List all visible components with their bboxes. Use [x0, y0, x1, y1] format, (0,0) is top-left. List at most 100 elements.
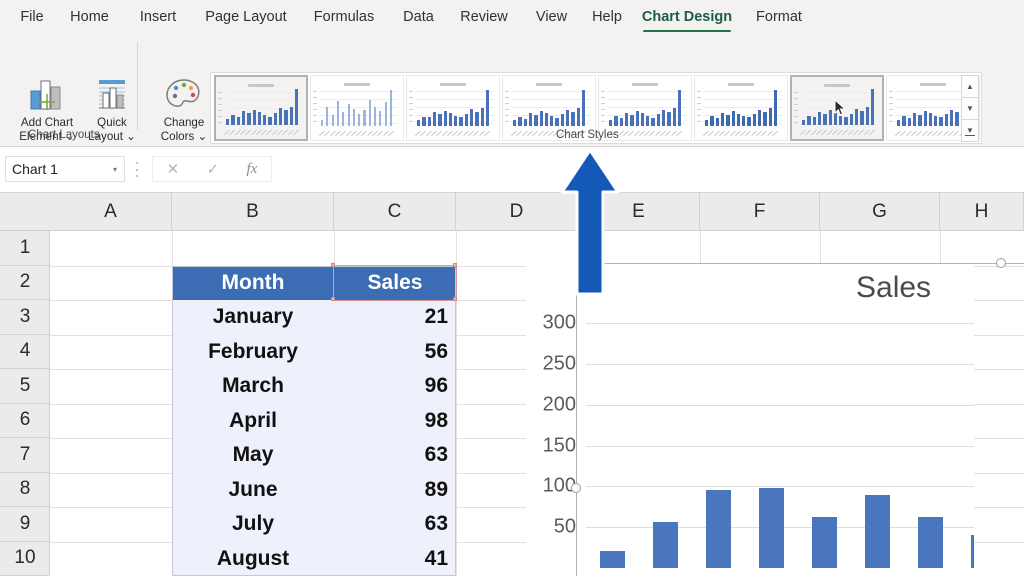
row-header-label: 4 [19, 340, 31, 362]
row-header-3[interactable]: 3 [0, 300, 50, 335]
cell-B3-month[interactable]: January [172, 300, 334, 335]
chart-style-thumbnail-6[interactable] [694, 75, 788, 141]
thumbnail-category-labels [319, 127, 398, 138]
chart-bar[interactable] [918, 516, 943, 568]
cell-value: January [212, 305, 294, 329]
excel-window: File Home Insert Page Layout Formulas Data Rev… [0, 0, 1024, 576]
gallery-scroll-down-button[interactable]: ▼ [961, 97, 979, 120]
column-header-H[interactable]: H [940, 193, 1024, 231]
row-header-7[interactable]: 7 [0, 438, 50, 473]
chart-style-thumbnail-7[interactable] [790, 75, 884, 141]
chart-bar[interactable] [759, 487, 784, 568]
row-header-6[interactable]: 6 [0, 404, 50, 438]
cell-C6-sales[interactable]: 98 [334, 403, 456, 438]
cell-B2-month-header[interactable]: Month [172, 265, 334, 300]
chart-bar[interactable] [653, 522, 678, 568]
group-label-chart-styles: Chart Styles [556, 129, 619, 141]
gallery-more-button[interactable]: ▼ [961, 119, 979, 142]
gallery-scroll-down-button-glyph: ▼ [966, 104, 974, 113]
row-header-2[interactable]: 2 [0, 266, 50, 300]
column-header-F[interactable]: F [700, 193, 820, 231]
row-header-9[interactable]: 9 [0, 507, 50, 542]
gallery-more-button-glyph: ▼ [966, 126, 974, 135]
cell-C4-sales[interactable]: 56 [334, 334, 456, 369]
thumbnail-axis [313, 91, 317, 126]
gallery-scrollbar[interactable]: ▲ ▼ ▼ [961, 75, 979, 142]
cell-B10-month[interactable]: August [172, 541, 334, 576]
chart-style-thumbnail-1[interactable] [214, 75, 308, 141]
formula-bar-grip[interactable] [135, 162, 139, 177]
chart-y-tick-label: 300 [542, 311, 576, 334]
row-header-8[interactable]: 8 [0, 473, 50, 507]
row-header-label: 9 [19, 512, 31, 534]
chart-bar[interactable] [971, 534, 974, 568]
ribbon: Add Chart Element ⌄ Quick Layout ⌄ Chang… [0, 34, 1024, 147]
column-header-B[interactable]: B [172, 193, 334, 231]
chart-bar[interactable] [600, 550, 625, 568]
ribbon-tab-review[interactable]: Review [453, 0, 515, 34]
column-header-A[interactable]: A [50, 193, 172, 231]
chart-bar[interactable] [812, 516, 837, 568]
cell-B7-month[interactable]: May [172, 438, 334, 473]
cell-B5-month[interactable]: March [172, 369, 334, 404]
thumbnail-axis [889, 91, 893, 126]
chart-bar[interactable] [865, 495, 890, 568]
column-headers: A B C D E F G H [0, 193, 1024, 231]
chart-plot-area[interactable]: 50 100 150 200 250 300 [543, 312, 974, 568]
column-header-G[interactable]: G [820, 193, 940, 231]
chart-resize-handle-top[interactable] [996, 258, 1006, 268]
row-header-10[interactable]: 10 [0, 542, 50, 576]
cell-B9-month[interactable]: July [172, 507, 334, 542]
cell-B8-month[interactable]: June [172, 472, 334, 507]
column-header-C[interactable]: C [334, 193, 456, 231]
ribbon-tab-file[interactable]: File [10, 0, 54, 34]
chart-resize-handle-left[interactable] [571, 483, 581, 493]
ribbon-tab-view[interactable]: View [528, 0, 575, 34]
cell-B4-month[interactable]: February [172, 334, 334, 369]
ribbon-tab-data[interactable]: Data [396, 0, 441, 34]
ribbon-tab-chart-design[interactable]: Chart Design [638, 0, 736, 34]
cell-C5-sales[interactable]: 96 [334, 369, 456, 404]
thumbnail-title-placeholder [536, 83, 562, 86]
chart-y-tick-label: 200 [542, 393, 576, 416]
cell-value: August [216, 546, 290, 570]
insert-function-icon[interactable]: fx [246, 161, 257, 178]
column-header-label: E [632, 201, 645, 222]
row-header-1[interactable]: 1 [0, 231, 50, 266]
thumbnail-plot [416, 90, 494, 126]
gallery-scroll-up-button-glyph: ▲ [966, 82, 974, 91]
chart-y-tick-label: 150 [542, 434, 576, 456]
cell-C3-sales[interactable]: 21 [334, 300, 456, 335]
chart-bar[interactable] [706, 489, 731, 568]
formula-input[interactable] [277, 156, 1018, 182]
gallery-scroll-up-button[interactable]: ▲ [961, 75, 979, 98]
column-header-label: G [872, 201, 887, 222]
sales-chart-object[interactable]: Sales 50 100 150 200 250 300 [526, 263, 974, 576]
cell-B6-month[interactable]: April [172, 403, 334, 438]
row-header-5[interactable]: 5 [0, 369, 50, 404]
chart-style-thumbnail-3[interactable] [406, 75, 500, 141]
chart-title[interactable]: Sales [856, 271, 931, 305]
chevron-down-icon[interactable]: ▾ [113, 165, 117, 174]
cell-C9-sales[interactable]: 63 [334, 507, 456, 542]
row-header-4[interactable]: 4 [0, 335, 50, 369]
cell-C2-sales-header[interactable]: Sales [334, 265, 456, 300]
column-header-label: F [753, 201, 766, 222]
ribbon-tab-help[interactable]: Help [585, 0, 629, 34]
name-box[interactable]: Chart 1 ▾ [5, 156, 125, 182]
enter-icon[interactable]: ✓ [207, 160, 220, 178]
cell-C8-sales[interactable]: 89 [334, 472, 456, 507]
ribbon-tab-insert[interactable]: Insert [131, 0, 185, 34]
ribbon-tab-format[interactable]: Format [748, 0, 810, 34]
chart-gridline [586, 323, 974, 324]
thumbnail-title-placeholder [344, 83, 370, 86]
ribbon-tab-home[interactable]: Home [62, 0, 117, 34]
thumbnail-plot [608, 90, 686, 126]
ribbon-tab-page-layout[interactable]: Page Layout [196, 0, 296, 34]
cell-C10-sales[interactable]: 41 [334, 541, 456, 576]
chart-style-thumbnail-2[interactable] [310, 75, 404, 141]
cancel-icon[interactable]: ✕ [167, 160, 180, 178]
ribbon-tab-formulas[interactable]: Formulas [303, 0, 385, 34]
cell-C7-sales[interactable]: 63 [334, 438, 456, 473]
chart-y-tick-label: 250 [542, 352, 576, 375]
